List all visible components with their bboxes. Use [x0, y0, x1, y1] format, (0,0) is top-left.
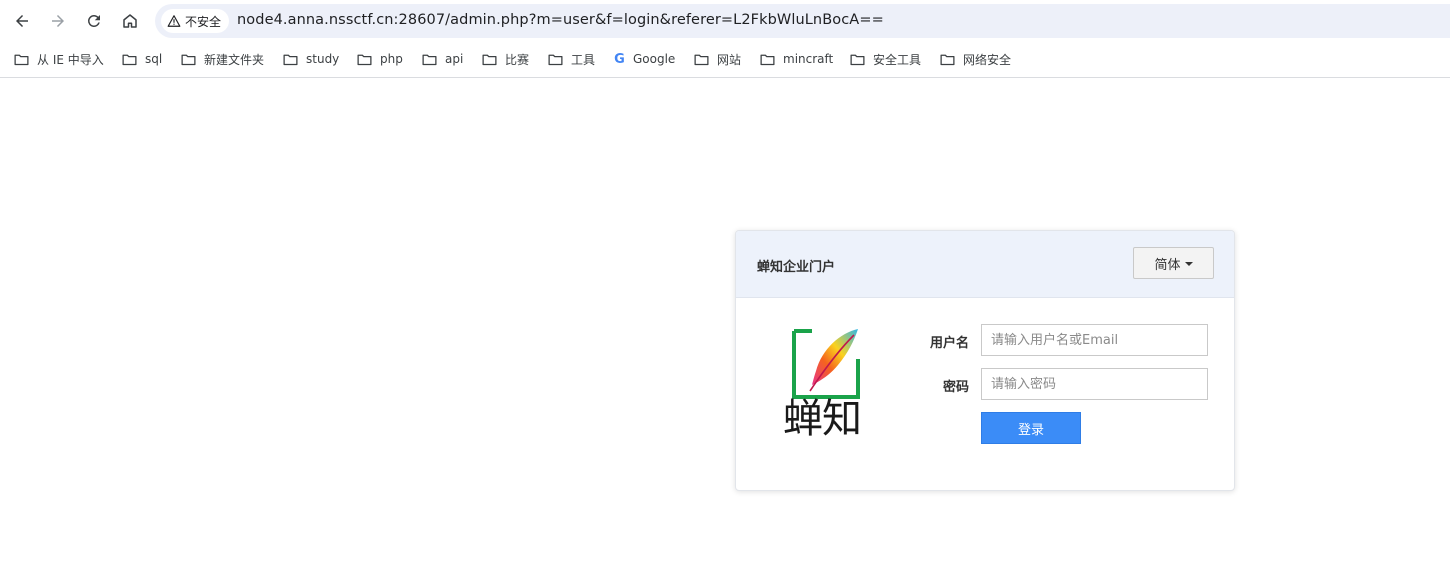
bookmark-api[interactable]: api	[421, 50, 463, 68]
language-label: 简体	[1154, 257, 1181, 273]
bookmark-label: php	[380, 52, 403, 66]
login-button[interactable]: 登录	[981, 412, 1081, 444]
address-bar[interactable]: 不安全 node4.anna.nssctf.cn:28607/admin.php…	[155, 4, 1450, 38]
folder-icon	[760, 54, 775, 65]
bookmarks-bar: 从 IE 中导入 sql 新建文件夹 study php api 比赛 工具 G…	[0, 40, 1450, 78]
back-button[interactable]	[8, 7, 36, 35]
bookmark-label: 从 IE 中导入	[37, 52, 104, 67]
caret-down-icon	[1184, 261, 1193, 266]
bookmark-contest[interactable]: 比赛	[481, 50, 529, 68]
login-panel-header: 蝉知企业门户 简体	[736, 231, 1234, 298]
arrow-right-icon	[52, 15, 64, 27]
url-text[interactable]: node4.anna.nssctf.cn:28607/admin.php?m=u…	[237, 12, 884, 28]
bookmark-label: Google	[633, 52, 676, 66]
bookmark-label: 比赛	[505, 52, 530, 67]
logo-text: 蝉知	[783, 396, 862, 442]
browser-toolbar: 不安全 node4.anna.nssctf.cn:28607/admin.php…	[0, 0, 1450, 40]
bookmark-study[interactable]: study	[282, 50, 339, 68]
username-label: 用户名	[929, 336, 969, 351]
reload-button[interactable]	[80, 7, 108, 35]
google-icon: G	[614, 51, 625, 67]
folder-icon	[940, 54, 955, 65]
folder-icon	[14, 54, 29, 65]
bookmark-mincraft[interactable]: mincraft	[759, 50, 833, 68]
bookmark-label: 工具	[571, 52, 596, 67]
security-indicator[interactable]: 不安全	[161, 9, 230, 33]
bookmark-label: 网站	[717, 52, 742, 67]
bookmark-tools[interactable]: 工具	[547, 50, 595, 68]
bookmark-google[interactable]: G Google	[613, 50, 675, 68]
bookmark-label: 网络安全	[963, 52, 1012, 67]
bookmark-label: api	[445, 52, 464, 66]
warning-icon	[167, 15, 181, 27]
language-dropdown[interactable]: 简体	[1133, 247, 1214, 279]
chanzhi-logo: 蝉知	[782, 327, 872, 449]
portal-title: 蝉知企业门户	[757, 260, 836, 275]
login-panel: 蝉知企业门户 简体 蝉知 用户名 密码 登录	[735, 230, 1235, 491]
bookmark-security-tools[interactable]: 安全工具	[849, 50, 921, 68]
username-input[interactable]	[981, 324, 1208, 356]
home-icon	[123, 14, 137, 28]
bookmark-new-folder[interactable]: 新建文件夹	[180, 50, 264, 68]
reload-icon	[87, 14, 100, 27]
folder-icon	[357, 54, 372, 65]
bookmark-label: 安全工具	[873, 52, 922, 67]
arrow-left-icon	[16, 15, 28, 27]
forward-button[interactable]	[44, 7, 72, 35]
folder-icon	[850, 54, 865, 65]
bookmark-php[interactable]: php	[356, 50, 403, 68]
bookmark-websites[interactable]: 网站	[693, 50, 741, 68]
folder-icon	[122, 54, 137, 65]
bookmark-import-ie[interactable]: 从 IE 中导入	[13, 50, 104, 68]
bookmark-label: study	[306, 52, 340, 66]
password-input[interactable]	[981, 368, 1208, 400]
folder-icon	[482, 54, 497, 65]
folder-icon	[283, 54, 298, 65]
feather-logo-icon	[792, 329, 860, 399]
password-label: 密码	[942, 380, 969, 395]
folder-icon	[548, 54, 563, 65]
bookmark-label: sql	[145, 52, 163, 66]
security-label: 不安全	[185, 14, 222, 29]
home-button[interactable]	[116, 7, 144, 35]
bookmark-network-security[interactable]: 网络安全	[939, 50, 1011, 68]
folder-icon	[422, 54, 437, 65]
bookmark-label: 新建文件夹	[204, 52, 265, 67]
bookmark-label: mincraft	[783, 52, 834, 66]
bookmark-sql[interactable]: sql	[121, 50, 162, 68]
folder-icon	[694, 54, 709, 65]
folder-icon	[181, 54, 196, 65]
